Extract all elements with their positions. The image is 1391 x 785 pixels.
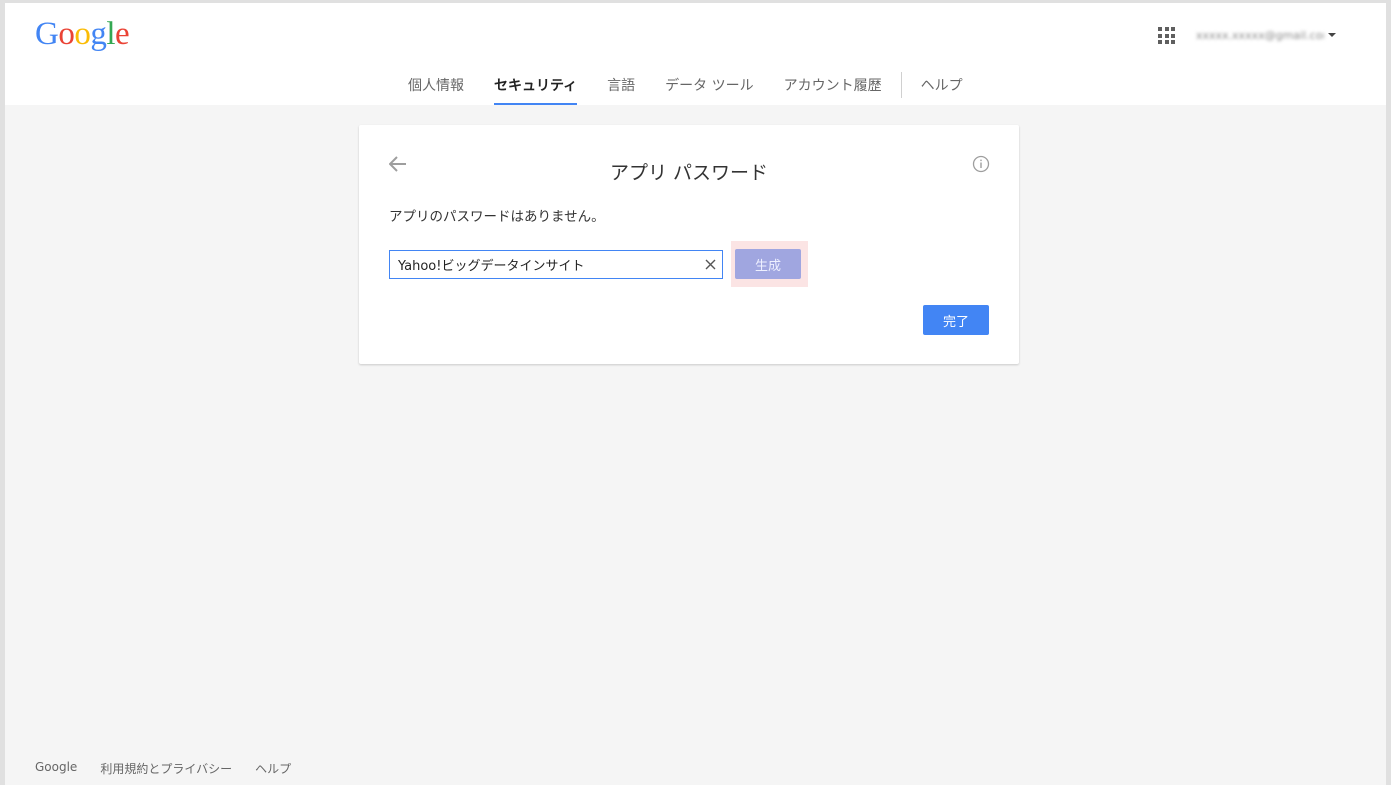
nav-divider xyxy=(900,72,902,98)
info-icon[interactable] xyxy=(972,155,990,173)
footer-link-terms-privacy[interactable]: 利用規約とプライバシー xyxy=(100,760,232,777)
tab-help[interactable]: ヘルプ xyxy=(906,67,978,105)
logo-letter: g xyxy=(90,16,107,52)
no-passwords-message: アプリのパスワードはありません。 xyxy=(389,209,605,225)
logo-letter: G xyxy=(35,16,59,52)
logo-letter: o xyxy=(74,16,91,52)
footer-link-google[interactable]: Google xyxy=(35,760,77,777)
page-frame: Google xxxxx.xxxxx@gmail.com 個人情報 セキュリティ… xyxy=(0,0,1391,785)
app-password-card: アプリ パスワード アプリのパスワードはありません。 生成 完了 xyxy=(359,125,1019,364)
app-name-field xyxy=(389,250,723,279)
clear-icon[interactable] xyxy=(705,259,716,270)
logo-letter: o xyxy=(58,16,75,52)
footer-link-help[interactable]: ヘルプ xyxy=(255,760,291,777)
generate-button[interactable]: 生成 xyxy=(735,249,801,279)
top-nav: 個人情報 セキュリティ 言語 データ ツール アカウント履歴 ヘルプ xyxy=(393,67,978,105)
tab-personal-info[interactable]: 個人情報 xyxy=(393,67,479,105)
account-email: xxxxx.xxxxx@gmail.com xyxy=(1196,28,1324,42)
done-button[interactable]: 完了 xyxy=(923,305,989,335)
logo-letter: e xyxy=(115,16,130,52)
card-title: アプリ パスワード xyxy=(609,162,769,184)
tab-data-tools[interactable]: データ ツール xyxy=(650,67,768,105)
tab-language[interactable]: 言語 xyxy=(592,67,650,105)
tab-security[interactable]: セキュリティ xyxy=(479,67,592,105)
apps-grid-icon[interactable] xyxy=(1158,27,1175,44)
logo-letter: l xyxy=(106,16,116,52)
google-logo[interactable]: Google xyxy=(35,16,130,53)
account-menu[interactable]: xxxxx.xxxxx@gmail.com xyxy=(1196,28,1336,42)
header: Google xxxxx.xxxxx@gmail.com 個人情報 セキュリティ… xyxy=(5,3,1386,105)
tab-account-history[interactable]: アカウント履歴 xyxy=(769,67,897,105)
app-name-input[interactable] xyxy=(390,251,690,278)
footer: Google 利用規約とプライバシー ヘルプ xyxy=(35,760,291,777)
caret-down-icon xyxy=(1328,33,1336,37)
